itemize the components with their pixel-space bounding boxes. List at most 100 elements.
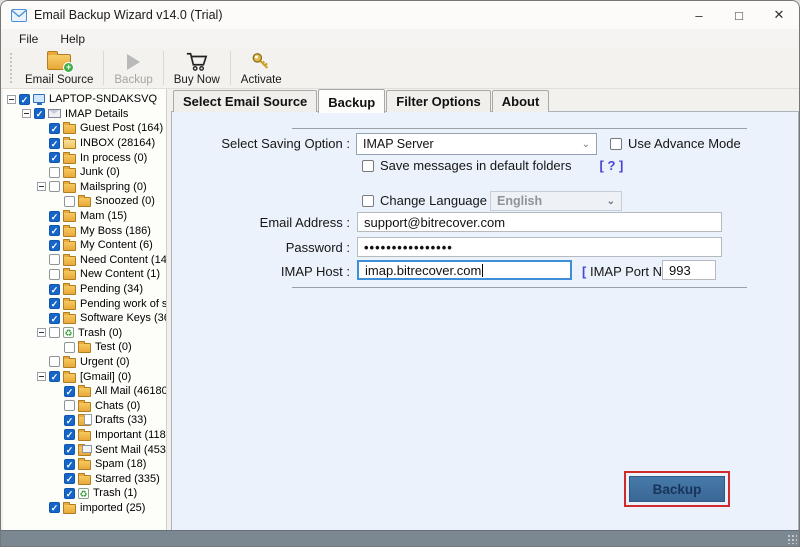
tree-item-drafts-33[interactable]: Drafts (33) <box>3 413 166 428</box>
collapse-expander-icon[interactable] <box>37 182 46 191</box>
tree-item-pending-34[interactable]: Pending (34) <box>3 282 166 297</box>
tree-item-chats-0[interactable]: Chats (0) <box>3 398 166 413</box>
maximize-button[interactable]: □ <box>719 1 759 29</box>
unchecked-checkbox-icon[interactable] <box>49 254 60 265</box>
tab-about[interactable]: About <box>492 90 550 112</box>
collapse-expander-icon[interactable] <box>37 372 46 381</box>
minimize-button[interactable]: – <box>679 1 719 29</box>
checked-checkbox-icon[interactable] <box>64 459 75 470</box>
tree-item-important-11874[interactable]: Important (11874) <box>3 428 166 443</box>
tree-item-urgent-0[interactable]: Urgent (0) <box>3 355 166 370</box>
tab-backup[interactable]: Backup <box>318 89 385 113</box>
help-link[interactable]: [ ? ] <box>600 158 624 173</box>
menu-item-help[interactable]: Help <box>50 30 95 48</box>
checkbox-icon <box>362 195 374 207</box>
saving-option-select[interactable]: IMAP Server ⌄ <box>356 133 597 155</box>
collapse-expander-icon[interactable] <box>37 328 46 337</box>
tree-item-spam-18[interactable]: Spam (18) <box>3 457 166 472</box>
tree-item-sent-mail-4538[interactable]: Sent Mail (4538) <box>3 442 166 457</box>
tree-item-junk-0[interactable]: Junk (0) <box>3 165 166 180</box>
checked-checkbox-icon[interactable] <box>49 298 60 309</box>
unchecked-checkbox-icon[interactable] <box>49 269 60 280</box>
toolbar-button-buy-now[interactable]: Buy Now <box>166 48 228 88</box>
checked-checkbox-icon[interactable] <box>64 386 75 397</box>
tree-item-need-content-14[interactable]: Need Content (14) <box>3 253 166 268</box>
tree-item-my-content-6[interactable]: My Content (6) <box>3 238 166 253</box>
checked-checkbox-icon[interactable] <box>49 371 60 382</box>
resize-grip[interactable] <box>787 534 797 544</box>
close-button[interactable]: ✕ <box>759 1 799 29</box>
save-messages-checkbox[interactable]: Save messages in default folders [ ? ] <box>362 158 623 173</box>
tree-item-software-keys-36[interactable]: Software Keys (36) <box>3 311 166 326</box>
collapse-expander-icon[interactable] <box>22 109 31 118</box>
tree-item-imap-details[interactable]: IMAP Details <box>3 107 166 122</box>
unchecked-checkbox-icon[interactable] <box>49 181 60 192</box>
imap-host-label: IMAP Host : <box>192 264 350 279</box>
tree-item-new-content-1[interactable]: New Content (1) <box>3 267 166 282</box>
imap-host-field[interactable]: imap.bitrecover.com <box>357 260 572 280</box>
checked-checkbox-icon[interactable] <box>49 313 60 324</box>
tree-item-mailspring-0[interactable]: Mailspring (0) <box>3 180 166 195</box>
tree-item-trash-1[interactable]: Trash (1) <box>3 486 166 501</box>
tree-item-gmail-0[interactable]: [Gmail] (0) <box>3 369 166 384</box>
tree-item-test-0[interactable]: Test (0) <box>3 340 166 355</box>
tree-item-starred-335[interactable]: Starred (335) <box>3 471 166 486</box>
unchecked-checkbox-icon[interactable] <box>64 196 75 207</box>
tree-item-laptop-sndaksvq[interactable]: LAPTOP-SNDAKSVQ <box>3 92 166 107</box>
tree-item-label: All Mail (46180) <box>95 385 166 397</box>
tab-select-email-source[interactable]: Select Email Source <box>173 90 317 112</box>
unchecked-checkbox-icon[interactable] <box>64 342 75 353</box>
use-advance-mode-checkbox[interactable]: Use Advance Mode <box>610 136 741 151</box>
toolbar-button-email-source[interactable]: +Email Source <box>17 48 101 88</box>
checked-checkbox-icon[interactable] <box>49 284 60 295</box>
tree-item-inbox-28164[interactable]: INBOX (28164) <box>3 136 166 151</box>
folder-open-icon <box>63 139 76 149</box>
save-messages-label: Save messages in default folders <box>380 158 572 173</box>
password-value: •••••••••••••••• <box>364 240 453 255</box>
tree-item-my-boss-186[interactable]: My Boss (186) <box>3 223 166 238</box>
checked-checkbox-icon[interactable] <box>19 94 30 105</box>
checked-checkbox-icon[interactable] <box>49 502 60 513</box>
tree-item-snoozed-0[interactable]: Snoozed (0) <box>3 194 166 209</box>
tree-item-pending-work-of-sir[interactable]: Pending work of sir ( <box>3 296 166 311</box>
unchecked-checkbox-icon[interactable] <box>49 327 60 338</box>
checked-checkbox-icon[interactable] <box>49 211 60 222</box>
tree-item-in-process-0[interactable]: In process (0) <box>3 150 166 165</box>
tree-item-all-mail-46180[interactable]: All Mail (46180) <box>3 384 166 399</box>
checked-checkbox-icon[interactable] <box>64 415 75 426</box>
checked-checkbox-icon[interactable] <box>49 240 60 251</box>
toolbar-separator <box>103 51 104 85</box>
unchecked-checkbox-icon[interactable] <box>49 167 60 178</box>
checked-checkbox-icon[interactable] <box>64 429 75 440</box>
imap-port-field[interactable]: 993 <box>662 260 716 280</box>
unchecked-checkbox-icon[interactable] <box>49 356 60 367</box>
group-top-line <box>292 128 747 129</box>
checked-checkbox-icon[interactable] <box>64 444 75 455</box>
password-field[interactable]: •••••••••••••••• <box>357 237 722 257</box>
toolbar-separator <box>163 51 164 85</box>
change-language-checkbox[interactable]: Change Language <box>362 193 487 208</box>
tree-item-trash-0[interactable]: Trash (0) <box>3 326 166 341</box>
tree-item-mam-15[interactable]: Mam (15) <box>3 209 166 224</box>
chevron-down-icon: ⌄ <box>582 139 590 150</box>
toolbar-button-activate[interactable]: Activate <box>233 48 290 88</box>
unchecked-checkbox-icon[interactable] <box>64 400 75 411</box>
checked-checkbox-icon[interactable] <box>49 225 60 236</box>
checked-checkbox-icon[interactable] <box>64 488 75 499</box>
language-select[interactable]: English ⌄ <box>490 191 622 211</box>
checked-checkbox-icon[interactable] <box>49 123 60 134</box>
email-field[interactable]: support@bitrecover.com <box>357 212 722 232</box>
folder-tree: LAPTOP-SNDAKSVQIMAP DetailsGuest Post (1… <box>3 89 167 532</box>
collapse-expander-icon[interactable] <box>7 95 16 104</box>
checked-checkbox-icon[interactable] <box>49 152 60 163</box>
tree-item-guest-post-164[interactable]: Guest Post (164) <box>3 121 166 136</box>
saving-option-label: Select Saving Option : <box>192 136 350 151</box>
backup-button[interactable]: Backup <box>629 476 725 502</box>
menu-item-file[interactable]: File <box>9 30 48 48</box>
tab-filter-options[interactable]: Filter Options <box>386 90 491 112</box>
checked-checkbox-icon[interactable] <box>64 473 75 484</box>
tree-item-imported-25[interactable]: imported (25) <box>3 501 166 516</box>
folder-icon <box>78 431 91 441</box>
checked-checkbox-icon[interactable] <box>34 108 45 119</box>
checked-checkbox-icon[interactable] <box>49 138 60 149</box>
